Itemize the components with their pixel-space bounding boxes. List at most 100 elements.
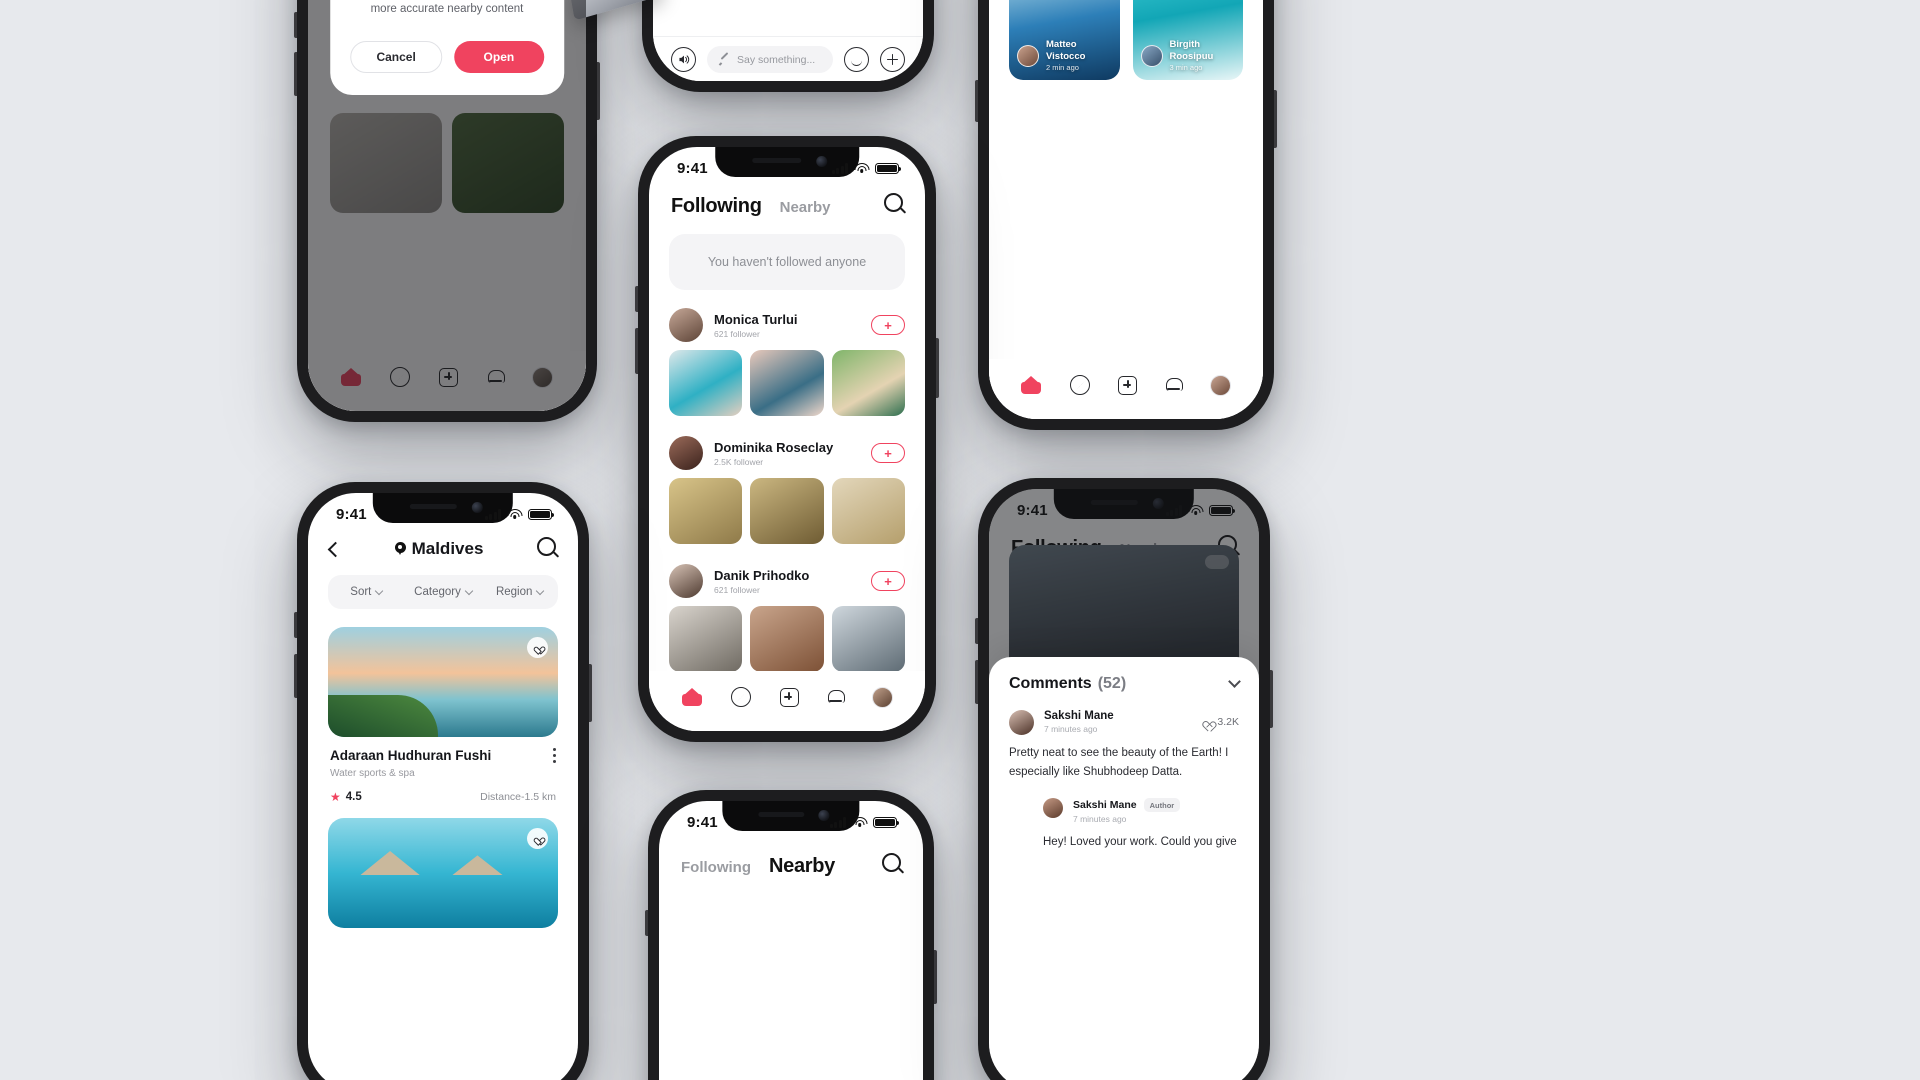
user-name: Monica Turlui [714, 311, 798, 327]
bottom-nav [989, 359, 1263, 419]
open-button[interactable]: Open [454, 40, 544, 73]
phone-comment-bar: Say something... [642, 0, 934, 92]
thumbnail[interactable] [669, 606, 743, 672]
follow-button[interactable]: + [871, 443, 905, 463]
thumbnail[interactable] [669, 350, 743, 416]
comment-time: 7 minutes ago [1073, 814, 1127, 825]
kebab-menu-icon[interactable] [553, 748, 556, 763]
thumbnail[interactable] [750, 606, 824, 672]
avatar[interactable] [1017, 44, 1039, 67]
home-icon[interactable] [1021, 375, 1042, 394]
user-row[interactable]: Monica Turlui 621 follower + [649, 304, 925, 350]
avatar[interactable] [669, 436, 703, 470]
avatar[interactable] [1140, 44, 1163, 67]
sound-icon[interactable] [671, 47, 696, 72]
filter-category[interactable]: Category [405, 586, 482, 598]
plus-square-icon[interactable] [779, 687, 799, 707]
heart-icon[interactable] [527, 828, 548, 849]
comment-body: Hey! Loved your work. Could you give [1043, 836, 1237, 849]
user-name: Dominika Roseclay [714, 439, 834, 455]
search-icon[interactable] [537, 537, 556, 561]
heart-icon[interactable] [527, 637, 548, 658]
tab-following[interactable]: Following [671, 195, 762, 218]
screen-location-modal: Turn on location service, you can get mo… [308, 0, 586, 411]
tab-following[interactable]: Following [681, 859, 751, 876]
chevron-down-icon [375, 586, 384, 595]
thumbnail[interactable] [750, 350, 824, 416]
chevron-left-icon[interactable] [327, 541, 344, 557]
bell-icon[interactable] [827, 689, 845, 706]
screen-nearby: 9:41 Following Nearby [659, 801, 923, 1080]
avatar[interactable] [1043, 798, 1063, 819]
status-bar: 9:41 [308, 493, 578, 523]
search-icon[interactable] [882, 853, 901, 877]
location-permission-dialog: Turn on location service, you can get mo… [330, 0, 564, 95]
user-thumbnails [649, 478, 925, 560]
status-time: 9:41 [336, 506, 367, 523]
phone-nearby: 9:41 Following Nearby [645, 790, 937, 1080]
follow-button[interactable]: + [871, 315, 905, 335]
comment-likes[interactable]: 3.2K [1200, 716, 1239, 728]
home-icon[interactable] [681, 687, 702, 706]
listing-rating: 4.5 [345, 791, 362, 803]
wifi-icon [854, 163, 869, 174]
battery-icon [875, 162, 902, 175]
status-bar: 9:41 [659, 801, 923, 831]
avatar-icon[interactable] [871, 686, 893, 708]
avatar[interactable] [1009, 710, 1034, 735]
feed-tabs: Following Nearby [659, 831, 923, 888]
thumbnail[interactable] [831, 478, 905, 544]
signal-icon [484, 509, 501, 520]
screen-comment-bar: Say something... [653, 0, 923, 81]
listing-image[interactable] [328, 627, 558, 737]
comment-item: Sakshi Mane Author 7 minutes ago [1043, 798, 1239, 824]
plus-circle-icon[interactable] [880, 47, 905, 72]
avatar[interactable] [669, 564, 703, 598]
thumbnail[interactable] [750, 478, 824, 544]
comment-like-count: 3.2K [1217, 716, 1239, 728]
smiley-icon[interactable] [844, 47, 869, 72]
screen-maldives: 9:41 Maldives Sort Category Region Adara… [308, 493, 578, 1080]
card-author: Birgith Roosipuu [1169, 39, 1214, 63]
thumbnail[interactable] [831, 350, 905, 416]
search-icon[interactable] [884, 193, 903, 217]
tab-nearby[interactable]: Nearby [769, 855, 835, 878]
battery-icon [873, 816, 900, 829]
phone-comments: 9:41 Following Nearby Comments (5 [975, 478, 1273, 1080]
card-time: 2 min ago [1046, 63, 1079, 72]
screen-discover: You might like Kevin Gil Musñg 1 min ago [989, 0, 1263, 419]
chevron-down-icon [536, 586, 545, 595]
filter-region[interactable]: Region [481, 586, 558, 598]
user-row[interactable]: Danik Prihodko 621 follower + [649, 560, 925, 606]
follow-button[interactable]: + [871, 571, 905, 591]
user-row[interactable]: Dominika Roseclay 2.5K follower + [649, 432, 925, 478]
discover-card[interactable]: Matteo Vistocco 2 min ago [1009, 0, 1120, 80]
tab-nearby[interactable]: Nearby [780, 199, 831, 216]
compass-icon[interactable] [730, 687, 751, 707]
comment-author: Sakshi Mane [1073, 799, 1137, 812]
cancel-button[interactable]: Cancel [350, 40, 443, 73]
discover-card[interactable]: Birgith Roosipuu 3 min ago [1132, 0, 1243, 80]
filter-sort[interactable]: Sort [328, 586, 405, 598]
listing-image[interactable] [328, 818, 558, 928]
say-something-input[interactable]: Say something... [707, 46, 833, 73]
comments-title: Comments [1009, 675, 1092, 692]
phone-location-modal: Turn on location service, you can get mo… [294, 0, 600, 422]
chevron-down-icon[interactable] [1228, 675, 1241, 688]
bell-icon[interactable] [1166, 377, 1184, 394]
thumbnail[interactable] [831, 606, 905, 672]
listing-name: Adaraan Hudhuran Fushi [330, 748, 492, 763]
plus-square-icon[interactable] [1118, 375, 1138, 395]
comment-composer: Say something... [653, 46, 923, 73]
listing-card[interactable]: Adaraan Hudhuran Fushi Water sports & sp… [328, 627, 558, 804]
page-title-text: Maldives [411, 539, 484, 558]
heart-icon[interactable] [1200, 717, 1212, 728]
user-name: Danik Prihodko [714, 567, 810, 583]
avatar[interactable] [669, 308, 703, 342]
compass-icon[interactable] [1069, 375, 1090, 395]
thumbnail[interactable] [669, 478, 743, 544]
dialog-message: Turn on location service, you can get mo… [370, 2, 524, 15]
listing-card[interactable] [328, 818, 558, 928]
listing-subtitle: Water sports & spa [330, 768, 415, 779]
avatar-icon[interactable] [1209, 374, 1231, 396]
